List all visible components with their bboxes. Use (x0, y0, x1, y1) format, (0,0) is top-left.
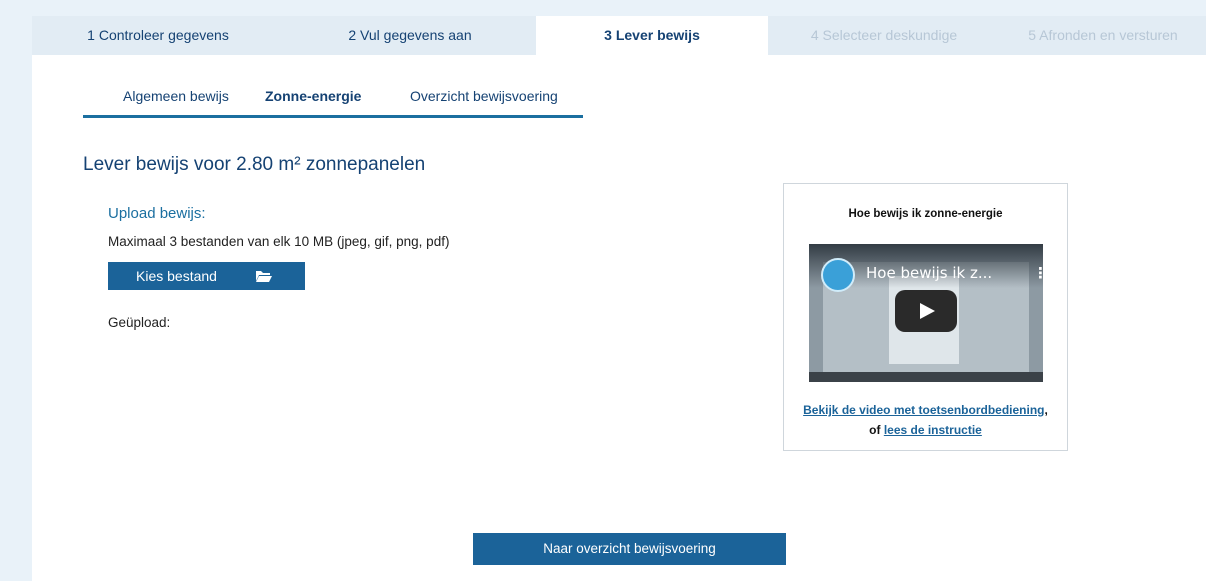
video-links: Bekijk de video met toetsenbordbediening… (784, 400, 1067, 440)
video-player[interactable]: Hoe bewijs ik z... ⋮ (809, 244, 1043, 382)
subtab-bar: Algemeen bewijs Zonne-energie Overzicht … (83, 55, 583, 118)
uploaded-label: Geüpload: (108, 315, 171, 330)
overview-button[interactable]: Naar overzicht bewijsvoering (473, 533, 786, 565)
video-thumbnail-desk (809, 372, 1043, 382)
page-title: Lever bewijs voor 2.80 m² zonnepanelen (83, 154, 426, 175)
folder-open-icon (255, 269, 273, 283)
channel-avatar-icon[interactable] (821, 258, 855, 292)
video-help-box: Hoe bewijs ik zonne-energie Hoe bewijs i… (783, 183, 1068, 451)
step-1-controleer-gegevens[interactable]: 1 Controleer gegevens (32, 16, 284, 55)
player-video-title[interactable]: Hoe bewijs ik z... (866, 264, 992, 282)
tab-zonne-energie[interactable]: Zonne-energie (265, 55, 410, 115)
upload-hint: Maximaal 3 bestanden van elk 10 MB (jpeg… (108, 234, 450, 249)
play-button[interactable] (895, 290, 957, 332)
main-panel: Algemeen bewijs Zonne-energie Overzicht … (32, 55, 1206, 581)
tab-overzicht-bewijsvoering[interactable]: Overzicht bewijsvoering (410, 55, 583, 115)
choose-file-label: Kies bestand (136, 268, 217, 284)
step-2-vul-gegevens-aan[interactable]: 2 Vul gegevens aan (284, 16, 536, 55)
step-3-lever-bewijs-active[interactable]: 3 Lever bewijs (536, 16, 768, 55)
more-options-icon[interactable]: ⋮ (1033, 264, 1043, 282)
instruction-link[interactable]: lees de instructie (884, 423, 982, 437)
links-or-text: of (869, 423, 881, 437)
choose-file-button[interactable]: Kies bestand (108, 262, 305, 290)
step-5-afronden-en-versturen: 5 Afronden en versturen (1028, 27, 1178, 43)
tab-algemeen-bewijs[interactable]: Algemeen bewijs (83, 55, 265, 115)
progress-steps: 1 Controleer gegevens 2 Vul gegevens aan… (32, 16, 1206, 55)
upload-label: Upload bewijs: (108, 205, 206, 222)
links-comma: , (1044, 403, 1048, 417)
video-title: Hoe bewijs ik zonne-energie (848, 208, 1003, 220)
step-4-selecteer-deskundige: 4 Selecteer deskundige (810, 27, 958, 43)
keyboard-video-link[interactable]: Bekijk de video met toetsenbordbediening (803, 403, 1044, 417)
